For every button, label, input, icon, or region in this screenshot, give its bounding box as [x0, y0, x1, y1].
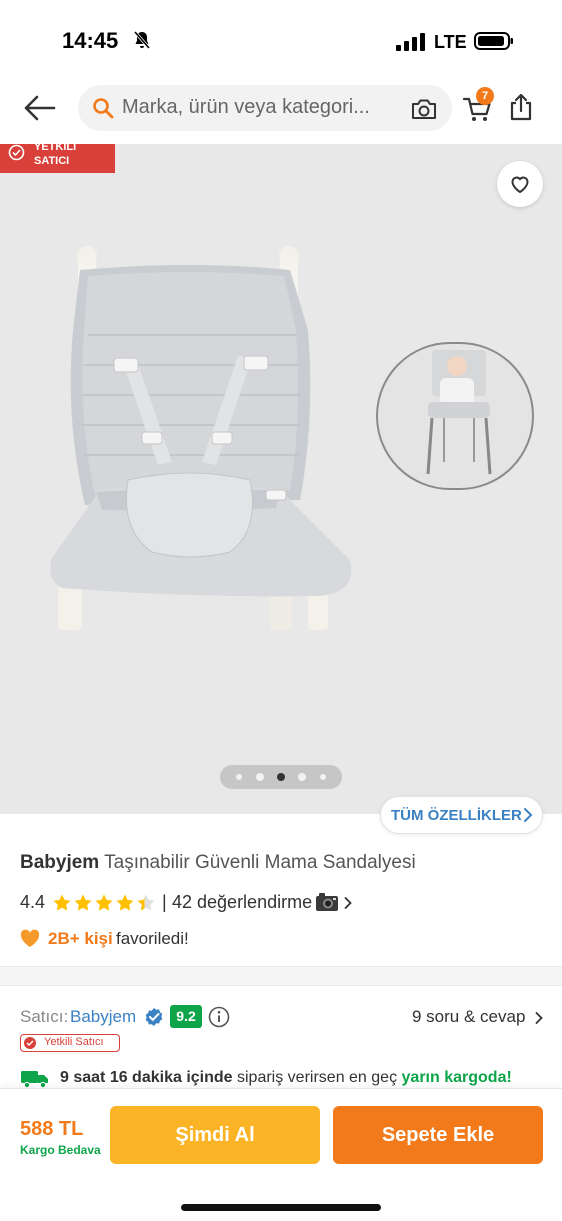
rating-value: 4.4 — [20, 892, 46, 912]
seller-flag-line1: YETKİLİ — [34, 141, 77, 153]
seller-score-badge: 9.2 — [170, 1005, 202, 1028]
rating-stars — [53, 894, 155, 911]
camera-icon[interactable] — [410, 96, 438, 122]
search-icon — [93, 98, 114, 119]
rating-star-icon — [95, 894, 113, 911]
all-features-label[interactable]: TÜM ÖZELLİKLER — [391, 807, 522, 824]
authorized-seller-text: Yetkili Satıcı — [44, 1036, 104, 1048]
rating-star-icon — [137, 894, 155, 911]
review-count[interactable]: 42 değerlendirme — [172, 892, 312, 913]
rating-star-icon — [116, 894, 134, 911]
shipping-middle: sipariş verirsen en geç — [237, 1069, 398, 1086]
seller-seal-icon — [8, 144, 25, 161]
favorites-label: favoriledi! — [116, 929, 189, 948]
truck-icon — [21, 1071, 48, 1088]
seller-flag-text: YETKİLİ SATICI — [34, 140, 76, 168]
product-title: Babyjem Taşınabilir Güvenli Mama Sandaly… — [20, 852, 540, 874]
carousel-dot[interactable] — [320, 774, 326, 780]
battery-icon — [474, 32, 513, 50]
seller-flag-line2: SATICI — [34, 155, 70, 167]
shipping-text: 9 saat 16 dakika içinde sipariş verirsen… — [60, 1069, 512, 1087]
status-time: 14:45 — [62, 28, 119, 53]
network-type: LTE — [434, 32, 467, 52]
carousel-dot[interactable] — [298, 773, 306, 781]
carousel-dot[interactable] — [256, 773, 264, 781]
shipping-highlight: yarın kargoda! — [401, 1069, 512, 1086]
carousel-dot-active[interactable] — [277, 773, 285, 781]
product-thumbnail[interactable] — [376, 342, 534, 490]
info-icon[interactable] — [208, 1006, 230, 1028]
product-price: 588 TL — [20, 1118, 84, 1140]
orange-heart-icon — [20, 929, 40, 947]
chevron-right-icon — [524, 808, 533, 822]
share-icon[interactable] — [508, 92, 534, 122]
product-image[interactable] — [40, 240, 370, 640]
product-name: Taşınabilir Güvenli Mama Sandalyesi — [104, 852, 416, 873]
cart-count-badge: 7 — [476, 87, 494, 105]
home-indicator[interactable] — [181, 1204, 381, 1211]
search-placeholder[interactable]: Marka, ürün veya kategori... — [122, 96, 406, 119]
product-brand[interactable]: Babyjem — [20, 852, 99, 873]
rating-star-icon — [74, 894, 92, 911]
rating-separator: | — [162, 892, 167, 912]
chevron-right-icon[interactable] — [535, 1011, 543, 1025]
heart-outline-icon[interactable] — [508, 172, 532, 196]
chevron-right-icon — [344, 897, 352, 909]
verified-badge-icon — [145, 1008, 163, 1026]
seller-name-link[interactable]: Babyjem — [70, 1007, 136, 1027]
seller-seal-icon — [24, 1037, 36, 1049]
bell-off-icon — [133, 31, 151, 49]
favorites-count: 2B+ kişi — [48, 929, 113, 948]
rating-star-icon — [53, 894, 71, 911]
qa-link[interactable]: 9 soru & cevap — [412, 1007, 525, 1027]
section-divider — [0, 966, 562, 986]
photo-camera-icon — [316, 893, 338, 911]
shipping-time: 9 saat 16 dakika içinde — [60, 1069, 233, 1086]
add-to-cart-button[interactable]: Sepete Ekle — [333, 1106, 543, 1164]
buy-now-button[interactable]: Şimdi Al — [110, 1106, 320, 1164]
back-arrow-icon[interactable] — [22, 92, 58, 124]
free-shipping-label: Kargo Bedava — [20, 1143, 101, 1157]
thumbnail-image — [426, 350, 492, 475]
carousel-dot[interactable] — [236, 774, 242, 780]
signal-icon — [396, 33, 425, 51]
seller-label: Satıcı: — [20, 1007, 69, 1026]
